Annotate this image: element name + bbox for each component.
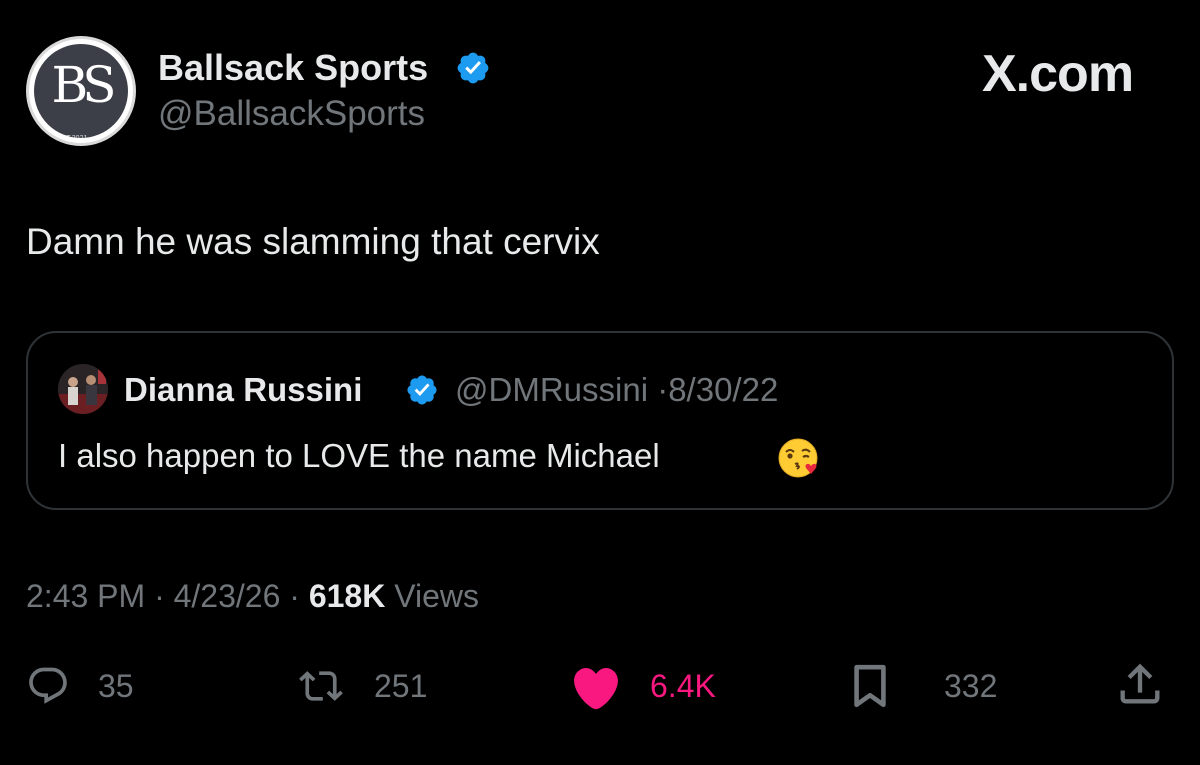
repost-icon [299,671,343,701]
bookmark-icon [854,664,886,708]
quoted-tweet-card[interactable] [26,331,1174,510]
site-brand-label: X.com [982,45,1134,103]
share-upload-icon [1120,663,1160,704]
views-label: Views [394,578,479,614]
avatar-monogram: BS [51,56,117,114]
repost-button[interactable]: 251 [296,660,427,712]
tweet-text: Damn he was slamming that cervix [26,221,600,262]
share-button[interactable] [1114,658,1166,710]
views-count: 618K [308,578,386,614]
avatar-background: BS [34,44,128,138]
reply-count: 35 [98,668,134,704]
quoted-handle[interactable]: @DMRussini [455,371,648,408]
quoted-meta: @DMRussini ·8/30/22 [455,369,778,411]
heart-icon [574,667,618,710]
like-button[interactable]: 6.4K [568,660,716,712]
quoted-avatar-photo [58,364,108,414]
author-avatar[interactable]: BS EST.2021 [26,36,136,146]
author-display-name[interactable]: Ballsack Sports [158,46,428,90]
bookmark-count: 332 [944,668,998,704]
reply-bubble-icon [29,667,67,704]
quoted-author-name[interactable]: Dianna Russini [124,369,362,411]
quoted-author-avatar[interactable] [58,364,108,414]
author-handle[interactable]: @BallsackSports [158,92,425,136]
quoted-tweet-text: I also happen to LOVE the name Michael [58,437,660,474]
avatar-est-text: EST.2021 [57,135,88,142]
meta-separator: · [657,371,669,408]
like-count: 6.4K [650,668,716,704]
quoted-date: 8/30/22 [668,371,779,408]
reply-button[interactable]: 35 [26,660,134,712]
meta-separator: · [289,578,300,614]
bookmark-button[interactable]: 332 [848,660,997,712]
verified-badge-icon [457,52,489,84]
meta-separator: · [154,578,165,614]
kissing-face-with-heart-icon [778,438,818,478]
quoted-verified-badge-icon [407,375,437,405]
tweet-meta-row: 2:43 PM · 4/23/26 · 618K Views [26,575,479,617]
tweet-time[interactable]: 2:43 PM [26,578,145,614]
repost-count: 251 [374,668,428,704]
tweet-date[interactable]: 4/23/26 [174,578,281,614]
